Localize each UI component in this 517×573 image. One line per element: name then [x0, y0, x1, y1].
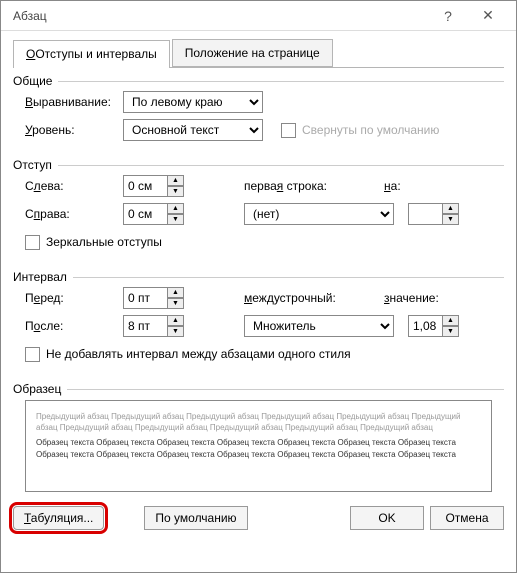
mirror-label: Зеркальные отступы [46, 235, 162, 249]
preview-sample: Образец текста Образец текста Образец те… [36, 437, 481, 459]
help-button[interactable]: ? [428, 8, 468, 24]
left-label: Слева: [13, 179, 123, 193]
cancel-button[interactable]: Отмена [430, 506, 504, 530]
first-line-select[interactable]: (нет) [244, 203, 394, 225]
spin-down[interactable]: ▼ [442, 214, 459, 225]
close-button[interactable]: ✕ [468, 7, 508, 24]
level-select[interactable]: Основной текст [123, 119, 263, 141]
align-select[interactable]: По левому краю [123, 91, 263, 113]
spin-down[interactable]: ▼ [167, 186, 184, 197]
spin-up[interactable]: ▲ [167, 287, 184, 298]
right-spinner[interactable]: ▲▼ [123, 203, 184, 225]
right-label: Справа: [13, 207, 123, 221]
on-label: на: [384, 179, 401, 193]
first-line-label: первая строка: [244, 179, 384, 193]
tab-indents[interactable]: ООтступы и интервалы [13, 40, 170, 68]
spin-up[interactable]: ▲ [167, 203, 184, 214]
after-label: После: [13, 319, 123, 333]
spin-down[interactable]: ▼ [167, 214, 184, 225]
group-interval: Интервал [13, 270, 73, 284]
collapse-label: Свернуты по умолчанию [302, 123, 439, 137]
level-label: Уровень: [13, 123, 123, 137]
window-title: Абзац [13, 9, 47, 23]
spacing-label: междустрочный: [244, 291, 384, 305]
tab-position[interactable]: Положение на странице [172, 39, 333, 67]
mirror-checkbox[interactable] [25, 235, 40, 250]
on-spinner[interactable]: ▲▼ [408, 203, 459, 225]
align-label: Выравнивание: [13, 95, 123, 109]
title-bar: Абзац ? ✕ [1, 1, 516, 31]
tab-bar: ООтступы и интервалы Положение на страни… [13, 39, 504, 68]
before-spinner[interactable]: ▲▼ [123, 287, 184, 309]
before-label: Перед: [13, 291, 123, 305]
value-label: значение: [384, 291, 439, 305]
button-bar: Табуляция... По умолчанию OK Отмена [1, 496, 516, 540]
default-button[interactable]: По умолчанию [144, 506, 247, 530]
spin-up[interactable]: ▲ [442, 315, 459, 326]
group-sample: Образец [13, 382, 67, 396]
group-common: Общие [13, 74, 58, 88]
nospace-label: Не добавлять интервал между абзацами одн… [46, 347, 351, 361]
spin-up[interactable]: ▲ [442, 203, 459, 214]
spin-down[interactable]: ▼ [167, 298, 184, 309]
preview-prev: Предыдущий абзац Предыдущий абзац Предыд… [36, 411, 481, 433]
spin-up[interactable]: ▲ [167, 175, 184, 186]
preview-box: Предыдущий абзац Предыдущий абзац Предыд… [25, 400, 492, 492]
tabs-button[interactable]: Табуляция... [13, 506, 104, 530]
nospace-checkbox[interactable] [25, 347, 40, 362]
group-indent: Отступ [13, 158, 58, 172]
after-spinner[interactable]: ▲▼ [123, 315, 184, 337]
spin-up[interactable]: ▲ [167, 315, 184, 326]
value-spinner[interactable]: ▲▼ [408, 315, 459, 337]
spin-down[interactable]: ▼ [167, 326, 184, 337]
spacing-select[interactable]: Множитель [244, 315, 394, 337]
left-spinner[interactable]: ▲▼ [123, 175, 184, 197]
ok-button[interactable]: OK [350, 506, 424, 530]
collapse-checkbox [281, 123, 296, 138]
spin-down[interactable]: ▼ [442, 326, 459, 337]
